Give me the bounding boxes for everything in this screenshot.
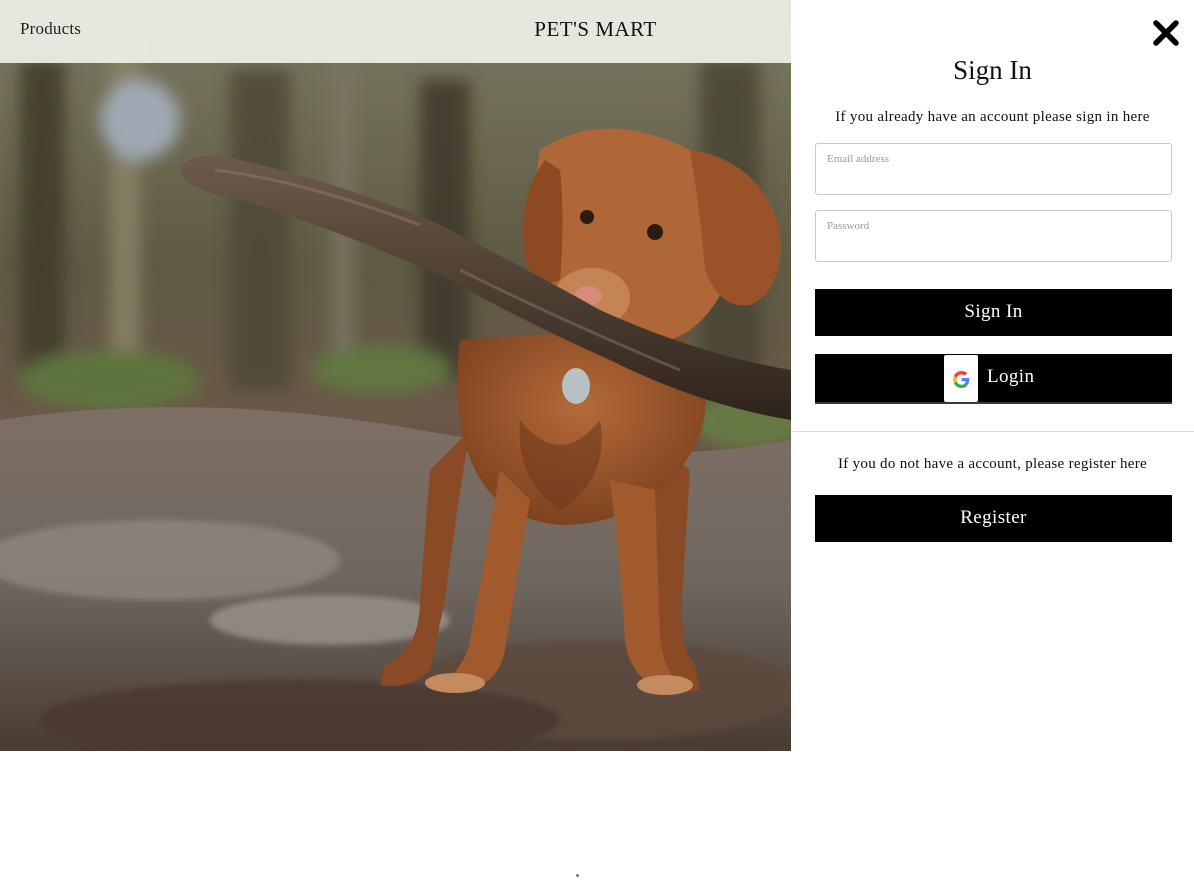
page: Products PET'S MART Sign In If you alrea… [0, 0, 1194, 880]
password-label: Password [827, 220, 870, 232]
signin-panel: Sign In If you already have an account p… [791, 0, 1194, 880]
email-field[interactable]: Email address [815, 143, 1172, 195]
email-label: Email address [827, 153, 890, 165]
hero-photo [0, 0, 791, 751]
signin-intro-text: If you already have an account please si… [835, 109, 1150, 125]
google-icon-box [944, 355, 978, 402]
google-login-label: Login [987, 366, 1035, 387]
google-icon [953, 371, 970, 388]
email-input[interactable] [826, 168, 1162, 190]
close-icon[interactable] [1151, 18, 1181, 48]
signin-title: Sign In [953, 55, 1032, 85]
password-input[interactable] [826, 235, 1162, 257]
register-button[interactable]: Register [815, 495, 1172, 542]
password-field[interactable]: Password [815, 210, 1172, 262]
google-login-button[interactable]: Login [815, 354, 1172, 404]
register-intro-text: If you do not have a account, please reg… [837, 456, 1148, 472]
signin-button[interactable]: Sign In [815, 289, 1172, 336]
page-indicator-dot [576, 874, 579, 877]
section-divider [791, 431, 1194, 432]
